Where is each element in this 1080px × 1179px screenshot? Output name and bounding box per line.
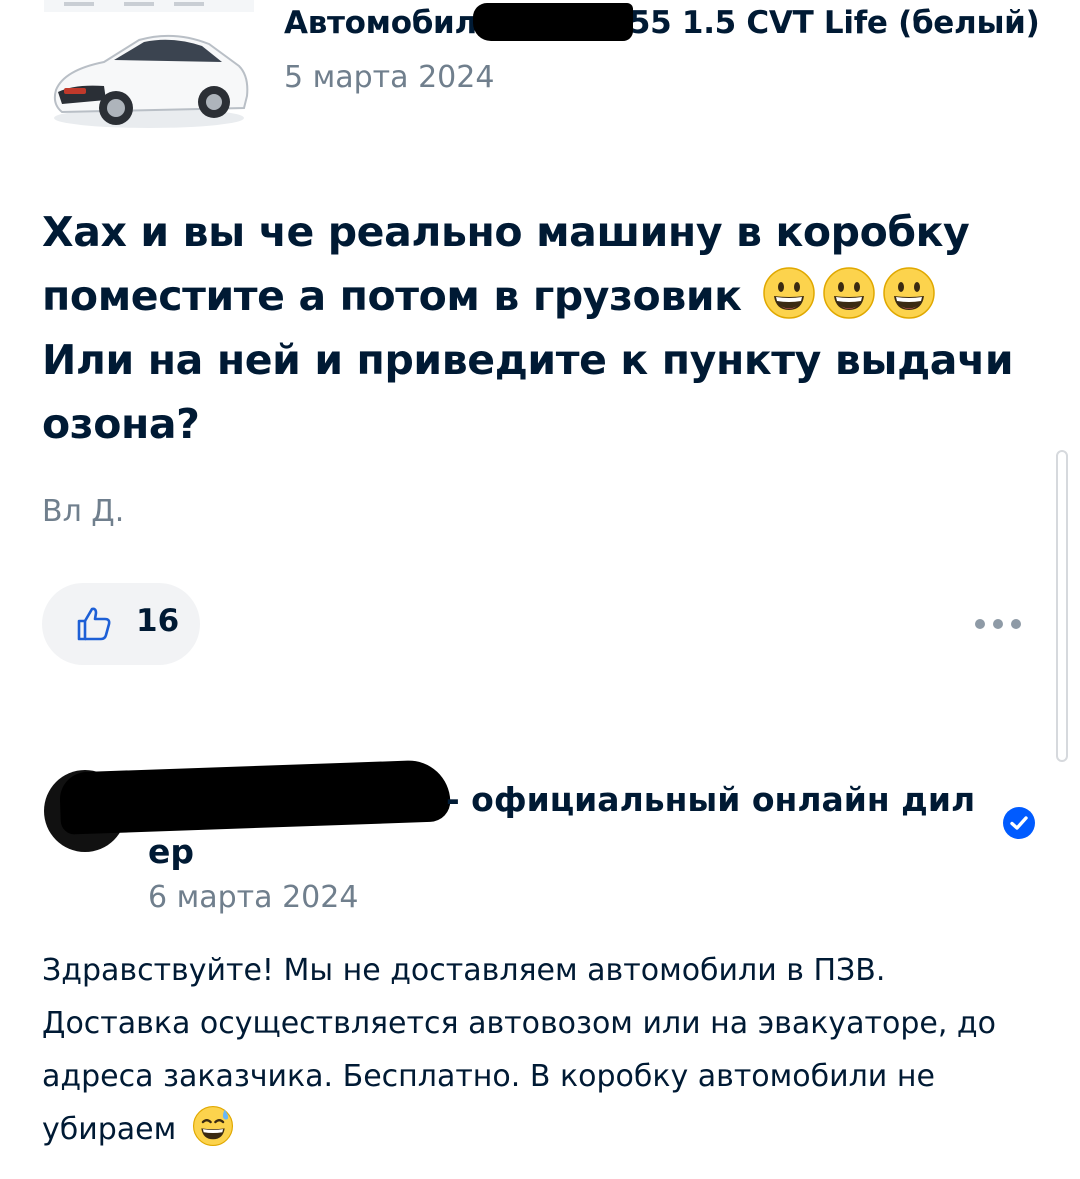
grinning-face-with-sweat-emoji	[192, 1105, 233, 1147]
product-title-start: Автомобил	[284, 5, 477, 41]
review-author: Вл Д.	[42, 494, 125, 529]
product-thumbnail[interactable]	[44, 0, 254, 148]
thumbs-up-icon	[77, 607, 111, 641]
seller-name[interactable]: - официальный онлайн дил ер	[148, 774, 1008, 878]
seller-name-line: - официальный онлайн дил	[446, 780, 976, 819]
review-text: Хах и вы че реально машину в коробку пом…	[42, 200, 1042, 456]
review-line: поместите а потом в грузовик	[42, 264, 1042, 328]
review-line: Хах и вы че реально машину в коробку	[42, 208, 970, 256]
product-title-end: 55 1.5 CVT Life (белый)	[628, 5, 1040, 41]
review-line: Или на ней и приведите к пункту выдачи	[42, 336, 1014, 384]
answer-text: Здравствуйте! Мы не доставляем автомобил…	[42, 944, 1052, 1156]
grinning-face-emoji	[822, 267, 875, 319]
like-button[interactable]: 16	[42, 583, 200, 665]
scrollbar[interactable]	[1056, 450, 1068, 762]
like-count: 16	[136, 603, 180, 639]
answer-date: 6 марта 2024	[148, 880, 359, 915]
more-dots-icon	[975, 619, 1021, 629]
answer-line: убираем	[42, 1103, 1052, 1156]
grinning-face-emoji	[762, 267, 815, 319]
product-title[interactable]: Автомобил 55 1.5 CVT Life (белый)	[284, 2, 1040, 44]
review-line: озона?	[42, 400, 200, 448]
seller-name-line: ер	[148, 832, 195, 871]
verified-check-icon	[1003, 807, 1035, 839]
answer-line-text: убираем	[42, 1112, 177, 1147]
car-thumbnail	[44, 0, 254, 128]
answer-line: Доставка осуществляется автовозом или на…	[42, 1006, 996, 1041]
redaction-mark	[472, 2, 633, 41]
product-date: 5 марта 2024	[284, 60, 495, 95]
answer-line: адреса заказчика. Бесплатно. В коробку а…	[42, 1059, 935, 1094]
review-line-text: поместите а потом в грузовик	[42, 272, 742, 320]
answer-line: Здравствуйте! Мы не доставляем автомобил…	[42, 953, 886, 988]
product-card[interactable]: Автомобил 55 1.5 CVT Life (белый) 5 марта…	[44, 0, 1044, 150]
grinning-face-emoji	[882, 267, 935, 319]
more-options-button[interactable]	[970, 606, 1026, 642]
